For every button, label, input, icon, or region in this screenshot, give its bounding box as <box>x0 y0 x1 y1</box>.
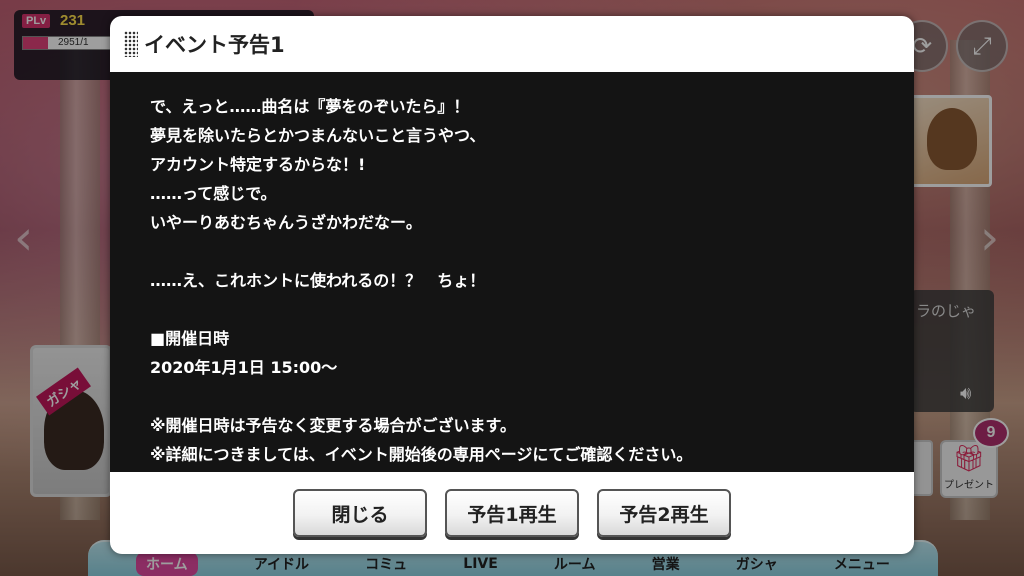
dialog-header: イベント予告1 <box>110 16 914 72</box>
play-preview-2-button[interactable]: 予告2再生 <box>597 489 731 537</box>
body-line: ……って感じで。 <box>150 184 277 203</box>
body-line: ■開催日時 <box>150 329 230 348</box>
body-line: ※詳細につきましては、イベント開始後の専用ページにてご確認ください。 <box>150 445 693 464</box>
body-line: 2020年1月1日 15:00〜 <box>150 358 338 377</box>
body-line <box>150 295 874 324</box>
event-preview-dialog: イベント予告1 で、えっと……曲名は『夢をのぞいたら』！ 夢見を除いたらとかつま… <box>110 16 914 554</box>
header-dots-icon <box>124 31 138 57</box>
dialog-title: イベント予告1 <box>144 33 285 57</box>
body-line <box>150 382 874 411</box>
body-line <box>150 237 874 266</box>
body-line: いやーりあむちゃんうざかわだなー。 <box>150 213 422 232</box>
play-preview-1-button[interactable]: 予告1再生 <box>445 489 579 537</box>
body-line: で、えっと……曲名は『夢をのぞいたら』！ <box>150 97 470 116</box>
dialog-footer: 閉じる 予告1再生 予告2再生 <box>110 472 914 554</box>
body-line: ……え、これホントに使われるの！？ ちょ！ <box>150 271 486 290</box>
body-line: アカウント特定するからな！! <box>150 155 366 174</box>
body-line: 夢見を除いたらとかつまんないこと言うやつ、 <box>150 126 486 145</box>
close-button[interactable]: 閉じる <box>293 489 427 537</box>
body-line: ※開催日時は予告なく変更する場合がございます。 <box>150 416 516 435</box>
dialog-body: で、えっと……曲名は『夢をのぞいたら』！ 夢見を除いたらとかつまんないこと言うや… <box>110 72 914 472</box>
